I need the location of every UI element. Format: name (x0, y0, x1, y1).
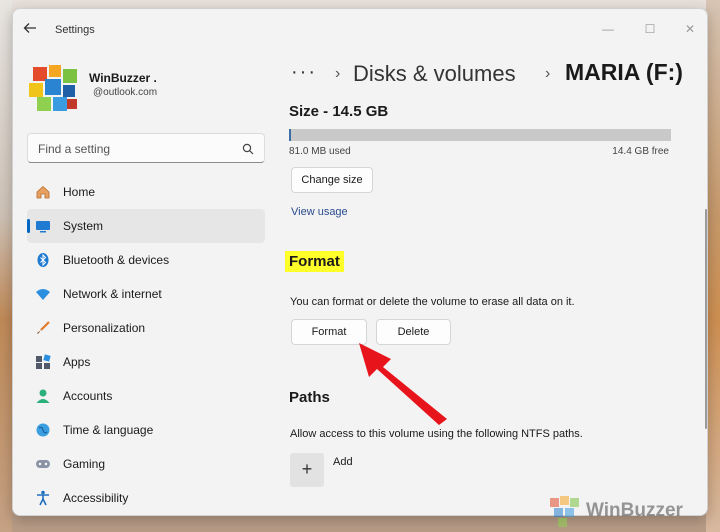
storage-usage-bar (289, 129, 671, 141)
sidebar-item-time-language[interactable]: Time & language (27, 413, 265, 447)
sidebar-item-label: Personalization (63, 321, 146, 335)
close-button[interactable]: ✕ (675, 17, 705, 41)
breadcrumb-disks-volumes[interactable]: Disks & volumes (353, 61, 516, 87)
view-usage-link[interactable]: View usage (291, 206, 348, 218)
globe-icon (35, 422, 51, 438)
sidebar-item-label: System (63, 219, 104, 233)
used-space-label: 81.0 MB used (289, 146, 351, 157)
chevron-right-icon: › (335, 65, 341, 82)
winbuzzer-watermark: WinBuzzer (548, 494, 718, 530)
system-icon (35, 218, 51, 234)
sidebar-item-label: Accounts (63, 389, 113, 403)
sidebar-item-label: Network & internet (63, 287, 162, 301)
paths-heading: Paths (289, 389, 330, 406)
storage-usage-fill (289, 129, 291, 141)
sidebar-item-accessibility[interactable]: Accessibility (27, 481, 265, 515)
sidebar-item-personalization[interactable]: Personalization (27, 311, 265, 345)
watermark-logo-icon (550, 496, 579, 527)
sidebar-item-bluetooth[interactable]: Bluetooth & devices (27, 243, 265, 277)
avatar[interactable] (27, 63, 81, 115)
gamepad-icon (35, 456, 51, 472)
accessibility-icon (35, 490, 51, 506)
free-space-label: 14.4 GB free (612, 146, 669, 157)
sidebar-item-system[interactable]: System (27, 209, 265, 243)
home-icon (35, 184, 51, 200)
user-name: WinBuzzer . (89, 71, 157, 85)
settings-window: Settings — ☐ ✕ WinBuzzer . @outlook.com … (12, 8, 708, 516)
sidebar-nav: Home System Bluetooth & devices Network … (27, 175, 265, 515)
sidebar-item-apps[interactable]: Apps (27, 345, 265, 379)
scrollbar[interactable] (705, 209, 707, 429)
apps-icon (35, 354, 51, 370)
watermark-text: WinBuzzer (586, 500, 683, 521)
chevron-right-icon: › (545, 65, 551, 82)
brush-icon (35, 320, 51, 336)
sidebar-item-label: Apps (63, 355, 91, 369)
change-size-button[interactable]: Change size (291, 167, 373, 193)
sidebar-item-label: Home (63, 185, 96, 199)
sidebar-item-network[interactable]: Network & internet (27, 277, 265, 311)
add-path-label: Add (333, 456, 353, 468)
paths-description: Allow access to this volume using the fo… (290, 428, 583, 440)
user-email: @outlook.com (93, 87, 158, 98)
bluetooth-icon (35, 252, 51, 268)
accounts-icon (35, 388, 51, 404)
sidebar-item-home[interactable]: Home (27, 175, 265, 209)
app-title: Settings (55, 24, 95, 36)
breadcrumb-more-button[interactable]: ··· (291, 61, 317, 84)
title-bar: Settings — ☐ ✕ (13, 9, 707, 49)
wifi-icon (35, 286, 51, 302)
search-placeholder: Find a setting (38, 142, 111, 156)
maximize-button[interactable]: ☐ (635, 17, 665, 41)
desktop-wallpaper-left (0, 0, 12, 532)
sidebar-item-gaming[interactable]: Gaming (27, 447, 265, 481)
minimize-button[interactable]: — (593, 17, 623, 41)
page-title: MARIA (F:) (565, 59, 683, 85)
red-arrow-annotation (359, 343, 447, 425)
size-heading: Size - 14.5 GB (289, 103, 389, 120)
format-description: You can format or delete the volume to e… (290, 296, 575, 308)
back-arrow-icon[interactable] (23, 21, 41, 37)
search-icon (242, 142, 254, 155)
format-heading: Format (285, 251, 344, 272)
add-path-button[interactable]: + (290, 453, 324, 487)
sidebar-item-label: Time & language (63, 423, 154, 437)
sidebar-item-label: Accessibility (63, 491, 129, 505)
desktop-wallpaper-right (706, 0, 720, 532)
sidebar-item-accounts[interactable]: Accounts (27, 379, 265, 413)
sidebar-item-label: Bluetooth & devices (63, 253, 170, 267)
sidebar-item-label: Gaming (63, 457, 106, 471)
search-input[interactable]: Find a setting (27, 133, 265, 163)
